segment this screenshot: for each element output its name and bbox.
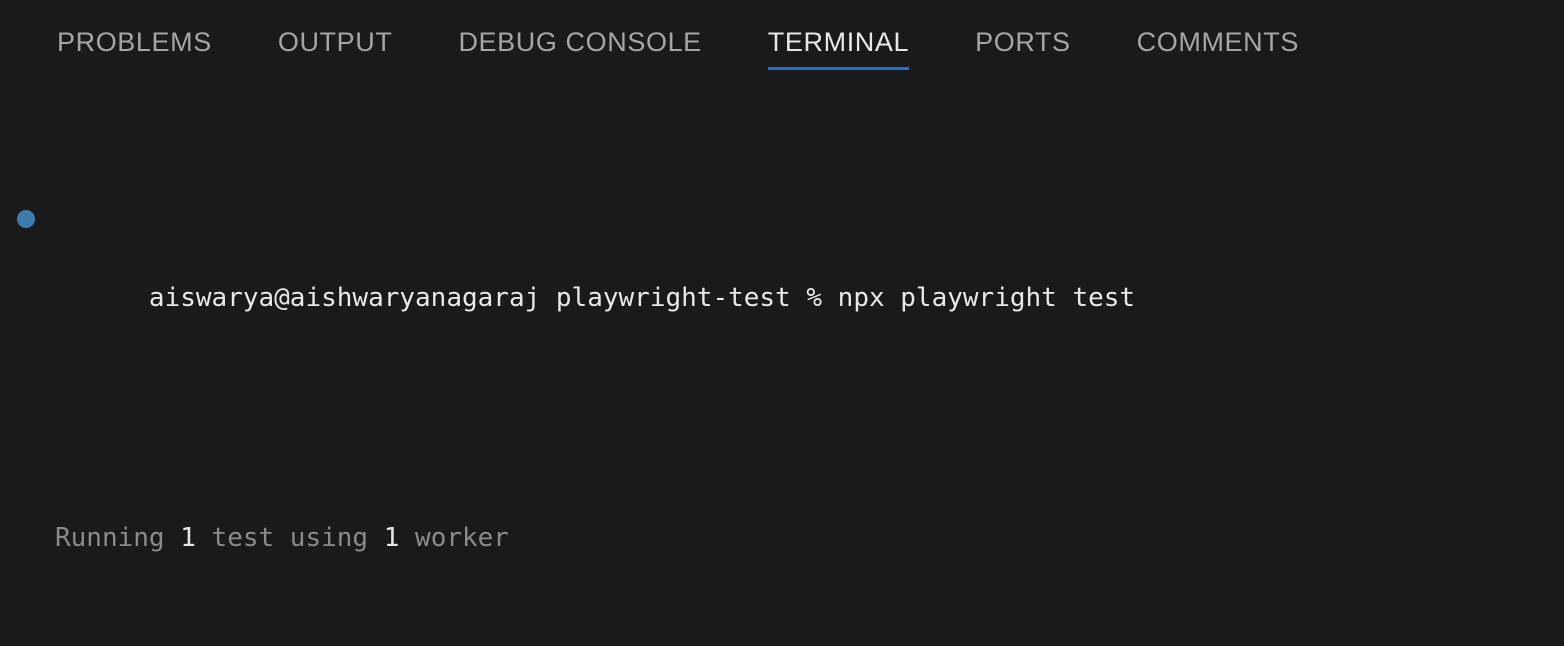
terminal-output-area[interactable]: aiswarya@aishwaryanagaraj playwright-tes…	[0, 78, 1564, 646]
tab-terminal[interactable]: TERMINAL	[767, 0, 910, 70]
running-middle-text: test using	[195, 523, 384, 553]
tab-problems[interactable]: PROBLEMS	[57, 0, 212, 70]
status-dot-icon	[17, 210, 35, 228]
tab-output-label: OUTPUT	[277, 27, 393, 57]
running-suffix-text: worker	[399, 523, 509, 553]
tab-comments[interactable]: COMMENTS	[1137, 0, 1299, 70]
tab-debug-console[interactable]: DEBUG CONSOLE	[458, 0, 701, 70]
panel-tab-bar: PROBLEMS OUTPUT DEBUG CONSOLE TERMINAL P…	[0, 0, 1564, 78]
tab-ports-label: PORTS	[975, 27, 1071, 57]
terminal-prompt-line: aiswarya@aishwaryanagaraj playwright-tes…	[17, 198, 1564, 313]
tab-comments-label: COMMENTS	[1136, 27, 1299, 57]
tab-ports[interactable]: PORTS	[975, 0, 1071, 70]
running-test-count: 1	[180, 523, 196, 553]
running-worker-count: 1	[383, 523, 400, 553]
tab-terminal-label: TERMINAL	[767, 27, 910, 57]
tab-active-underline	[767, 67, 910, 70]
tab-output[interactable]: OUTPUT	[278, 0, 393, 70]
tab-problems-label: PROBLEMS	[57, 27, 212, 57]
running-prefix-text: Running	[55, 523, 181, 553]
tab-debug-console-label: DEBUG CONSOLE	[458, 27, 702, 57]
terminal-line-running: Running 1 test using 1 worker	[55, 518, 1564, 558]
terminal-prompt-text: aiswarya@aishwaryanagaraj playwright-tes…	[148, 283, 1136, 313]
terminal-panel: PROBLEMS OUTPUT DEBUG CONSOLE TERMINAL P…	[0, 0, 1564, 646]
